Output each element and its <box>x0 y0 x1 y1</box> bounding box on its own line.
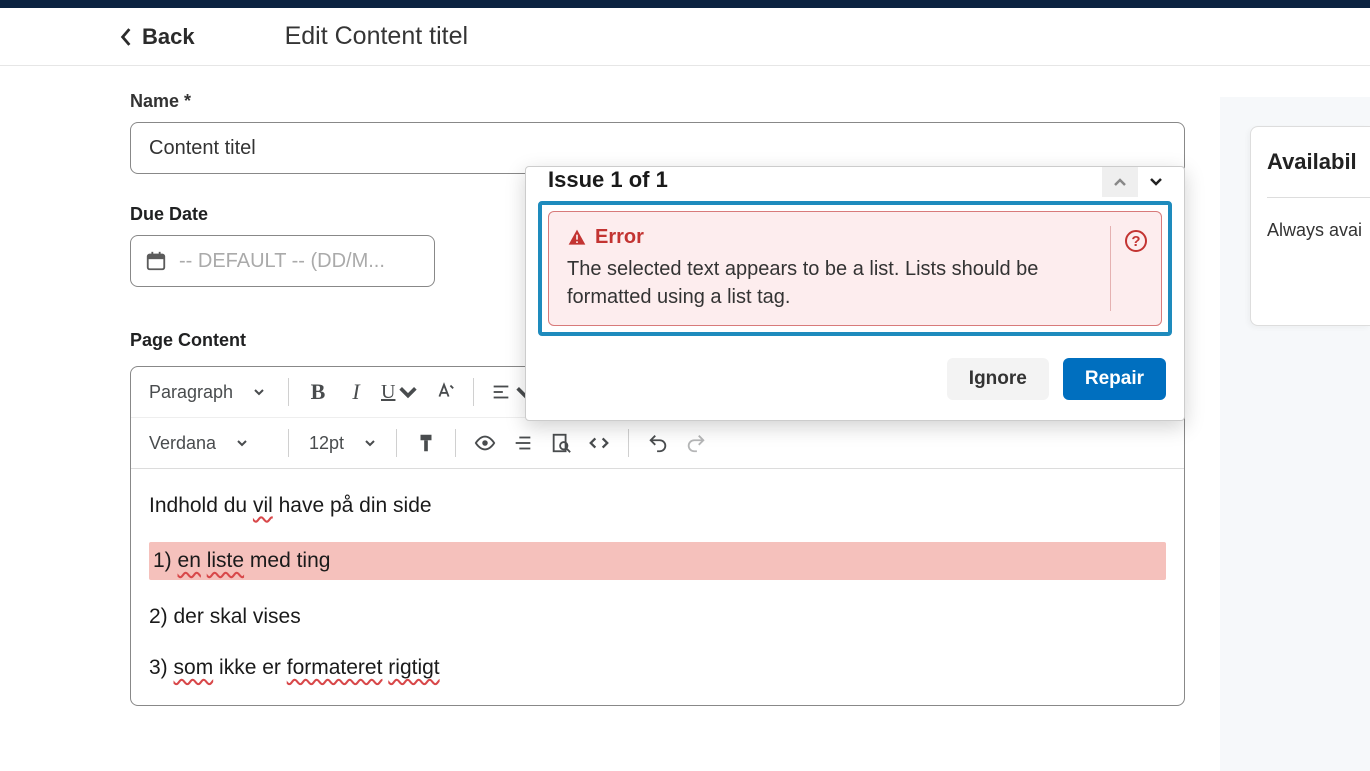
misspelled-word: som <box>174 656 214 679</box>
back-button[interactable]: Back <box>120 24 195 50</box>
format-painter-icon <box>415 432 437 454</box>
chevron-down-icon <box>364 437 376 449</box>
text: 3) <box>149 656 174 679</box>
separator <box>396 429 397 457</box>
text: med ting <box>244 549 330 572</box>
undo-button[interactable] <box>641 426 675 460</box>
text: Indhold du <box>149 494 253 517</box>
redo-button[interactable] <box>679 426 713 460</box>
chevron-up-icon <box>1112 176 1128 188</box>
separator <box>288 429 289 457</box>
previous-issue-button[interactable] <box>1102 167 1138 197</box>
misspelled-word: rigtigt <box>388 656 439 679</box>
availability-text: Always avai <box>1267 220 1370 241</box>
content-line: Indhold du vil have på din side <box>149 491 1166 520</box>
format-painter-button[interactable] <box>409 426 443 460</box>
ignore-button[interactable]: Ignore <box>947 358 1049 400</box>
italic-button[interactable]: I <box>339 375 373 409</box>
divider <box>1267 197 1370 198</box>
top-accent-bar <box>0 0 1370 8</box>
find-replace-button[interactable] <box>544 426 578 460</box>
text: have på din side <box>273 494 432 517</box>
font-size-value: 12pt <box>309 433 344 454</box>
text: ikke er <box>213 656 287 679</box>
indent-icon <box>512 432 534 454</box>
code-icon <box>588 432 610 454</box>
separator <box>628 429 629 457</box>
due-date-input[interactable]: -- DEFAULT -- (DD/M... <box>130 235 435 287</box>
chevron-down-icon <box>397 381 419 403</box>
separator <box>455 429 456 457</box>
eye-icon <box>474 432 496 454</box>
error-alert: Error The selected text appears to be a … <box>548 211 1162 326</box>
misspelled-word: vil <box>253 494 273 517</box>
calendar-icon <box>145 250 167 272</box>
highlighted-list-item: 1) en liste med ting <box>149 542 1166 579</box>
help-button[interactable]: ? <box>1125 230 1147 252</box>
block-format-select[interactable]: Paragraph <box>141 378 276 407</box>
block-format-value: Paragraph <box>149 382 233 403</box>
font-family-select[interactable]: Verdana <box>141 429 276 458</box>
accessibility-button[interactable] <box>468 426 502 460</box>
due-date-placeholder: -- DEFAULT -- (DD/M... <box>179 250 385 273</box>
chevron-down-icon <box>1148 176 1164 188</box>
separator <box>288 378 289 406</box>
repair-button[interactable]: Repair <box>1063 358 1166 400</box>
font-family-value: Verdana <box>149 433 216 454</box>
underline-button[interactable]: U <box>377 375 423 409</box>
redo-icon <box>685 432 707 454</box>
warning-icon <box>567 228 587 248</box>
undo-icon <box>647 432 669 454</box>
chevron-down-icon <box>236 437 248 449</box>
issue-counter: Issue 1 of 1 <box>548 169 668 191</box>
error-message: The selected text appears to be a list. … <box>567 255 1096 311</box>
separator <box>473 378 474 406</box>
chevron-down-icon <box>253 386 265 398</box>
next-issue-button[interactable] <box>1138 167 1174 197</box>
name-label: Name * <box>130 91 1370 112</box>
page-content-label: Page Content <box>130 330 246 351</box>
content-line: 3) som ikke er formateret rigtigt <box>149 653 1166 682</box>
error-highlight-frame: Error The selected text appears to be a … <box>538 201 1172 336</box>
accessibility-checker-popover: Issue 1 of 1 Error The selected text app… <box>525 166 1185 421</box>
misspelled-word: en <box>178 549 201 572</box>
bold-button[interactable]: B <box>301 375 335 409</box>
error-heading: Error <box>595 226 644 249</box>
editor-content-area[interactable]: Indhold du vil have på din side 1) en li… <box>131 469 1184 705</box>
availability-title: Availabil <box>1267 149 1370 175</box>
availability-panel: Availabil Always avai <box>1250 126 1370 326</box>
chevron-left-icon <box>120 28 132 46</box>
page-header: Back Edit Content titel <box>0 8 1370 66</box>
page-title: Edit Content titel <box>285 22 468 51</box>
align-icon <box>490 381 512 403</box>
misspelled-word: liste <box>207 549 244 572</box>
font-size-select[interactable]: 12pt <box>301 429 384 458</box>
text-color-button[interactable] <box>427 375 461 409</box>
misspelled-word: formateret <box>287 656 383 679</box>
back-label: Back <box>142 24 195 50</box>
search-page-icon <box>550 432 572 454</box>
content-line: 2) der skal vises <box>149 602 1166 631</box>
text: 1) <box>153 549 178 572</box>
indent-button[interactable] <box>506 426 540 460</box>
source-code-button[interactable] <box>582 426 616 460</box>
text-color-icon <box>433 381 455 403</box>
